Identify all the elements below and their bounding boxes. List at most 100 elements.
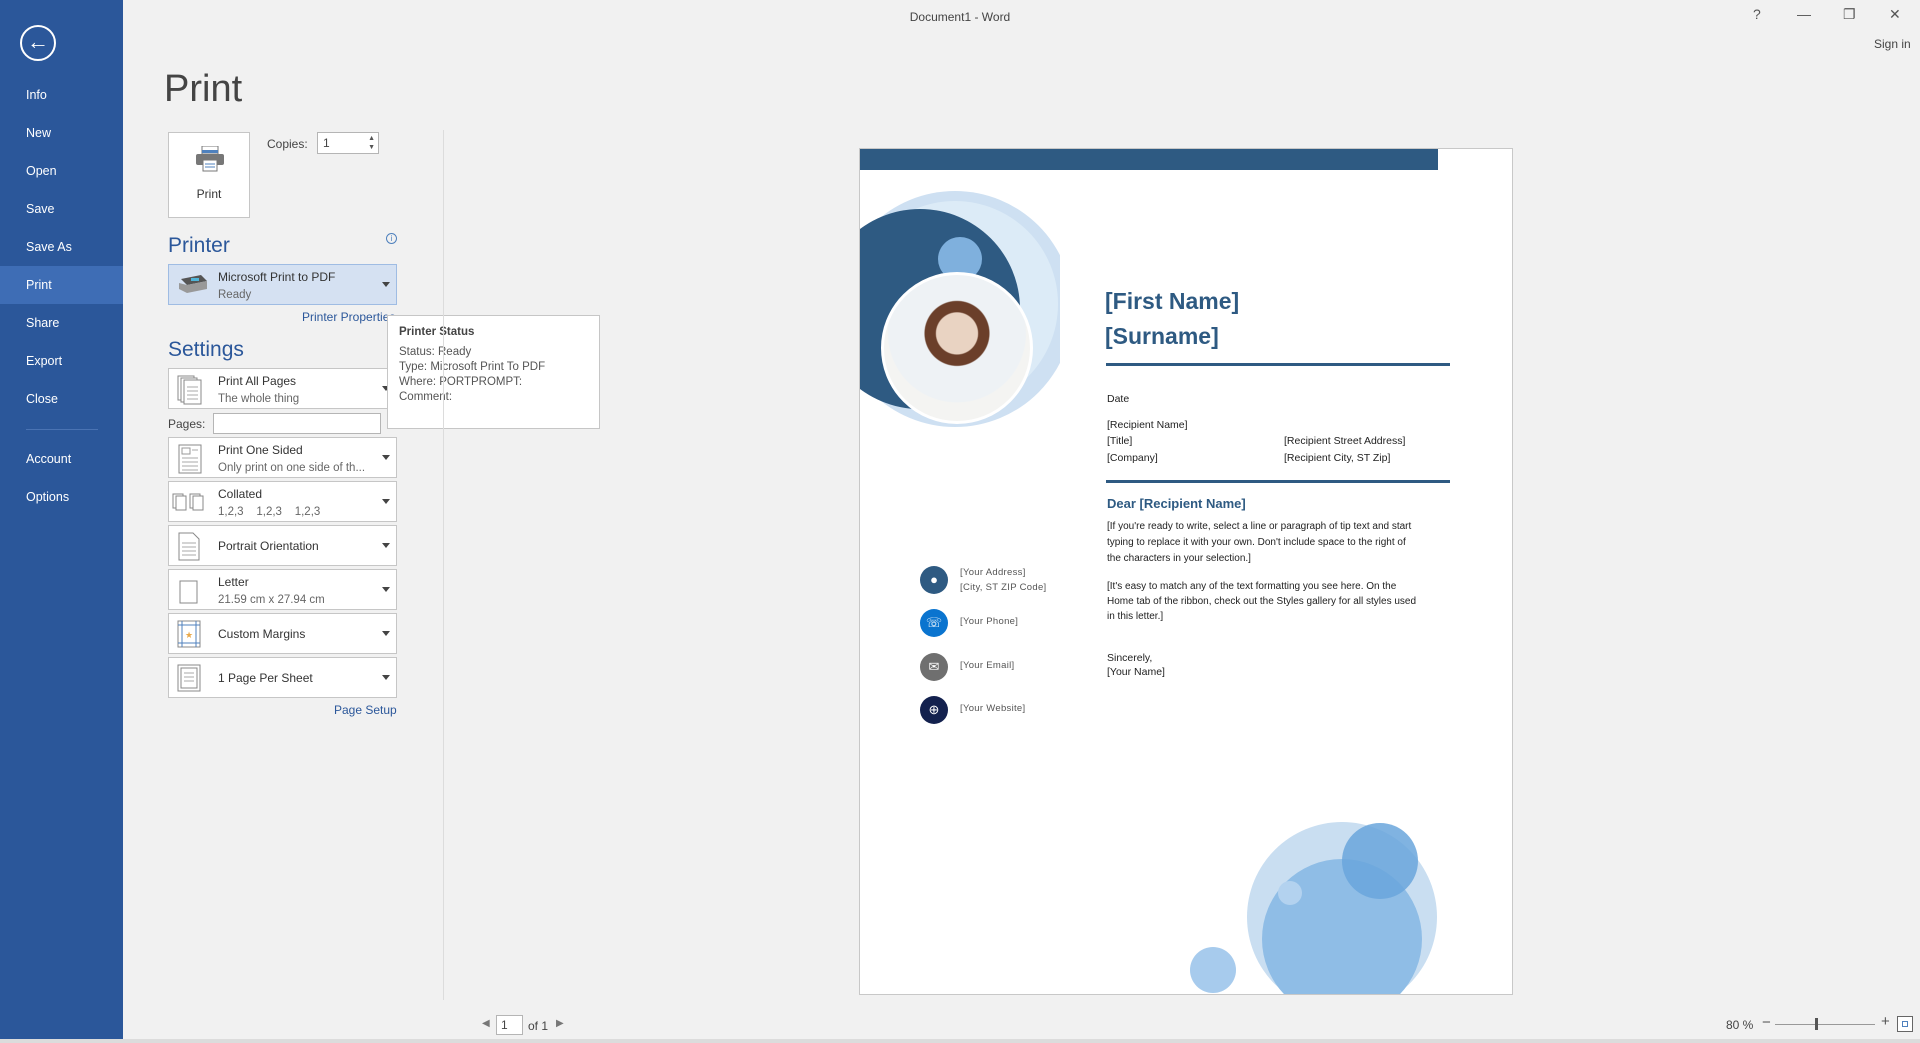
- text-line: [It's easy to match any of the text form…: [1107, 581, 1397, 592]
- horizontal-scrollbar[interactable]: [0, 1039, 1920, 1043]
- your-email: [Your Email]: [960, 660, 1015, 671]
- svg-text:★: ★: [185, 630, 193, 640]
- help-button[interactable]: ?: [1753, 6, 1761, 22]
- print-button-label: Print: [196, 187, 222, 201]
- pages-label: Pages:: [168, 417, 206, 431]
- text-line: in this letter.]: [1107, 611, 1164, 622]
- recipient-city: [Recipient City, ST Zip]: [1284, 452, 1391, 464]
- zoom-in-button[interactable]: +: [1881, 1013, 1890, 1030]
- sides-title: Print One Sided: [218, 443, 303, 457]
- pages-per-sheet-dropdown[interactable]: 1 Page Per Sheet: [168, 657, 397, 698]
- sidebar-item-share[interactable]: Share: [0, 304, 123, 342]
- pages-input[interactable]: [213, 413, 381, 434]
- orientation-dropdown[interactable]: Portrait Orientation: [168, 525, 397, 566]
- collated-icon: [172, 493, 204, 511]
- your-city: [City, ST ZIP Code]: [960, 582, 1047, 593]
- globe-icon: ⊕: [920, 696, 948, 724]
- page-title: Print: [164, 68, 243, 110]
- your-name: [Your Name]: [1107, 666, 1165, 678]
- zoom-out-button[interactable]: −: [1762, 1014, 1771, 1031]
- page-setup-link[interactable]: Page Setup: [334, 703, 397, 717]
- date: Date: [1107, 393, 1130, 405]
- your-website: [Your Website]: [960, 703, 1026, 714]
- chevron-down-icon: [382, 631, 390, 636]
- restore-button[interactable]: ❐: [1843, 6, 1856, 23]
- bubble-decoration: [1190, 822, 1437, 994]
- first-name: [First Name]: [1105, 288, 1240, 314]
- recipient-street: [Recipient Street Address]: [1284, 435, 1406, 447]
- collation-title: Collated: [218, 487, 263, 501]
- zoom-level: 80 %: [1726, 1018, 1754, 1032]
- chevron-down-icon: [382, 543, 390, 548]
- your-phone: [Your Phone]: [960, 616, 1019, 627]
- tooltip-title: Printer Status: [399, 326, 475, 338]
- copies-input[interactable]: 1 ▲ ▼: [317, 132, 379, 154]
- orientation-title: Portrait Orientation: [218, 539, 319, 553]
- chevron-down-icon: [382, 587, 390, 592]
- chevron-down-icon: [382, 499, 390, 504]
- zoom-slider-thumb[interactable]: [1815, 1018, 1818, 1030]
- recipient-title: [Title]: [1107, 435, 1133, 447]
- printer-status-tooltip: Printer Status Status: Ready Type: Micro…: [387, 315, 600, 429]
- copies-label: Copies:: [267, 137, 308, 151]
- sidebar-item-options[interactable]: Options: [0, 478, 123, 516]
- zoom-slider[interactable]: [1775, 1024, 1875, 1025]
- phone-icon: ☏: [920, 609, 948, 637]
- tooltip-comment: Comment:: [399, 391, 453, 403]
- minimize-button[interactable]: —: [1797, 6, 1811, 22]
- paper-size-title: Letter: [218, 575, 249, 589]
- collation-dropdown[interactable]: Collated 1,2,3 1,2,3 1,2,3: [168, 481, 397, 522]
- margins-dropdown[interactable]: ★ Custom Margins: [168, 613, 397, 654]
- next-page-icon[interactable]: ▶: [556, 1018, 564, 1029]
- copies-value: 1: [323, 136, 330, 150]
- print-button[interactable]: Print: [168, 132, 250, 218]
- sidebar-item-save-as[interactable]: Save As: [0, 228, 123, 266]
- tooltip-type: Type: Microsoft Print To PDF: [399, 361, 546, 373]
- sidebar-item-open[interactable]: Open: [0, 152, 123, 190]
- chevron-down-icon: [382, 675, 390, 680]
- recipient-company: [Company]: [1107, 452, 1158, 464]
- one-sided-icon: [178, 444, 202, 474]
- greeting: Dear [Recipient Name]: [1107, 496, 1246, 511]
- page-per-sheet-icon: [177, 664, 201, 692]
- printer-name: Microsoft Print to PDF: [218, 270, 336, 284]
- print-range-subtitle: The whole thing: [218, 393, 300, 405]
- text-line: Home tab of the ribbon, check out the St…: [1107, 596, 1417, 607]
- copies-spinner-icon[interactable]: ▲ ▼: [368, 134, 375, 152]
- sidebar-item-close[interactable]: Close: [0, 380, 123, 418]
- printer-dropdown[interactable]: Microsoft Print to PDF Ready: [168, 264, 397, 305]
- sidebar-item-export[interactable]: Export: [0, 342, 123, 380]
- profile-photo: [881, 272, 1033, 424]
- print-preview-page: [First Name] [Surname] Date [Recipient N…: [859, 148, 1513, 995]
- sidebar-item-save[interactable]: Save: [0, 190, 123, 228]
- tooltip-status: Status: Ready: [399, 346, 472, 358]
- page-number-input[interactable]: 1: [496, 1015, 523, 1035]
- panel-divider: [443, 130, 444, 1000]
- back-arrow-icon[interactable]: ←: [20, 25, 56, 61]
- closing: Sincerely,: [1107, 652, 1153, 664]
- printer-heading: Printer: [168, 234, 230, 257]
- backstage-sidebar: ← Info New Open Save Save As Print Share…: [0, 0, 123, 1043]
- paper-icon: [179, 580, 198, 604]
- sidebar-item-info[interactable]: Info: [0, 76, 123, 114]
- print-range-dropdown[interactable]: Print All Pages The whole thing: [168, 368, 397, 409]
- pdf-printer-icon: [179, 275, 207, 293]
- surname: [Surname]: [1105, 323, 1219, 349]
- sidebar-item-print[interactable]: Print: [0, 266, 123, 304]
- sidebar-item-new[interactable]: New: [0, 114, 123, 152]
- previous-page-icon[interactable]: ◀: [482, 1018, 490, 1029]
- zoom-to-page-icon[interactable]: [1897, 1016, 1913, 1032]
- paper-size-subtitle: 21.59 cm x 27.94 cm: [218, 594, 325, 606]
- sides-dropdown[interactable]: Print One Sided Only print on one side o…: [168, 437, 397, 478]
- pages-per-sheet-title: 1 Page Per Sheet: [218, 671, 313, 685]
- sign-in-link[interactable]: Sign in: [1874, 37, 1911, 51]
- printer-properties-link[interactable]: Printer Properties: [302, 310, 395, 324]
- divider-line: [1106, 363, 1450, 366]
- info-icon[interactable]: i: [386, 233, 397, 244]
- text-line: typing to replace it with your own. Don'…: [1107, 537, 1406, 548]
- body-paragraph-1: [If you're ready to write, select a line…: [1107, 519, 1411, 567]
- close-button[interactable]: ✕: [1889, 6, 1901, 23]
- paper-size-dropdown[interactable]: Letter 21.59 cm x 27.94 cm: [168, 569, 397, 610]
- sidebar-item-account[interactable]: Account: [0, 440, 123, 478]
- window-title: Document1 - Word: [909, 10, 1011, 24]
